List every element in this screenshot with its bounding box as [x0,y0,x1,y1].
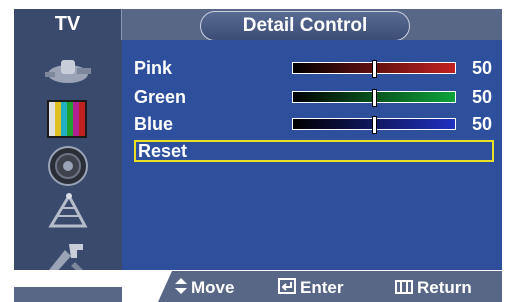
slider-knob[interactable] [372,116,377,134]
setting-label: Blue [134,114,174,134]
up-down-arrow-icon [175,278,187,299]
menu-sidebar [14,40,122,287]
setting-label: Green [134,87,187,107]
blue-slider[interactable] [292,116,456,134]
reset-option[interactable]: Reset [134,140,494,162]
sidebar-footer [14,287,122,302]
source-tab-tv[interactable]: TV [14,9,122,40]
help-return: Return [395,278,472,299]
help-move-label: Move [191,278,235,297]
channel-icon[interactable] [39,190,97,234]
pink-slider[interactable] [292,60,456,78]
menu-icon [395,279,413,299]
slider-knob[interactable] [372,60,377,78]
osd-screen: TV Detail Control Pink 50 Green 50 Blue … [0,0,510,302]
green-slider[interactable] [292,89,456,107]
slider-knob[interactable] [372,89,377,107]
setting-label: Pink [134,58,173,78]
setting-row-green[interactable]: Green 50 [134,86,496,108]
setting-value: 50 [471,87,492,107]
help-move: Move [175,278,234,299]
menu-title: Detail Control [200,11,410,41]
setting-row-blue[interactable]: Blue 50 [134,113,496,135]
setting-value: 50 [471,58,492,78]
setting-row-pink[interactable]: Pink 50 [134,57,496,79]
enter-icon [278,278,296,299]
detail-control-panel: Pink 50 Green 50 Blue 50 Reset [122,40,502,270]
help-enter-label: Enter [300,278,344,297]
help-return-label: Return [417,278,472,297]
help-enter: Enter [278,278,343,299]
sound-icon[interactable] [39,144,97,188]
picture-icon[interactable] [39,98,97,142]
input-icon[interactable] [39,52,97,96]
setting-value: 50 [471,114,492,134]
reset-label: Reset [138,141,188,161]
